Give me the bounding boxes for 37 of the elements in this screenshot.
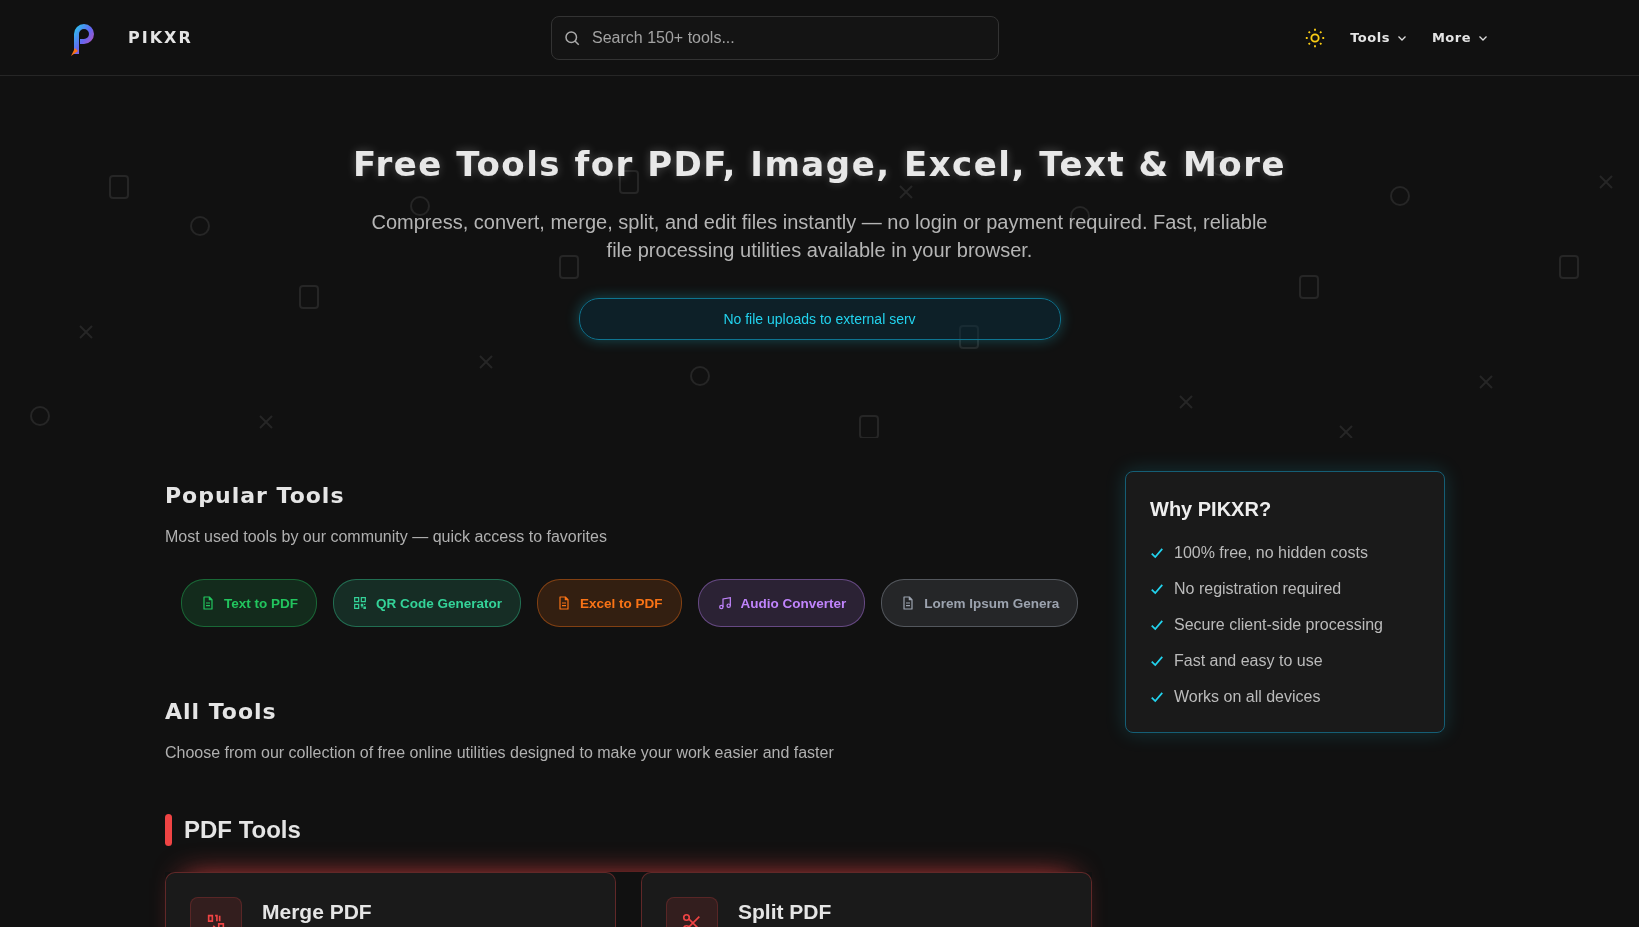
section-title: Popular Tools (165, 483, 346, 508)
section-title: All Tools (165, 699, 278, 724)
section-subtitle: Choose from our collection of free online utilities designed to make your work easier and faster (165, 744, 835, 762)
check-icon (1150, 618, 1164, 632)
tool-chip[interactable]: Audio Converter (697, 579, 866, 627)
nav-menu[interactable]: Tools (1350, 30, 1408, 45)
hero-title: Free Tools for PDF, Image, Excel, Text & More (353, 144, 1286, 184)
check-icon (1150, 582, 1164, 596)
card-title: Why PIKXR? (1150, 498, 1273, 521)
check-icon (1150, 690, 1164, 704)
benefit-text: 100% free, no hidden costs (1174, 544, 1368, 562)
category-title: PDF Tools (184, 816, 301, 844)
nav-menu[interactable]: More (1431, 30, 1489, 45)
brand-name[interactable]: PIKXR (128, 28, 193, 47)
hero-subtitle: Compress, convert, merge, split, and edit files instantly — no login or payment required. Fast, reliable file processing utilities available in your browser. (370, 210, 1269, 263)
tool-chip[interactable]: Text to PDF (181, 579, 317, 627)
tool-name: Split PDF (738, 900, 832, 925)
tool-chip[interactable]: Excel to PDF (537, 579, 682, 627)
tool-chip[interactable]: Lorem Ipsum Genera (881, 579, 1079, 627)
search-icon (563, 28, 581, 47)
tool-name: Merge PDF (262, 900, 372, 925)
sun-icon[interactable] (1304, 26, 1327, 49)
benefit-text: Secure client-side processing (1174, 616, 1383, 634)
qr-code-icon (352, 595, 368, 611)
music-note-icon (716, 595, 733, 611)
search-field[interactable]: Search 150+ tools... (551, 15, 999, 60)
tool-chip[interactable]: QR Code Generator (333, 579, 522, 627)
check-icon (1150, 654, 1164, 668)
benefit-text: No registration required (1174, 580, 1342, 598)
tool-card[interactable]: Merge PDF (165, 872, 616, 927)
benefit-text: Works on all devices (1174, 688, 1321, 706)
benefit-text: Fast and easy to use (1174, 652, 1323, 670)
section-subtitle: Most used tools by our community — quick access to favorites (165, 528, 608, 546)
info-badge: No file uploads to external serv (578, 298, 1061, 340)
tool-card[interactable]: Split PDF (641, 872, 1092, 927)
check-icon (1150, 546, 1164, 560)
document-icon (200, 595, 216, 611)
